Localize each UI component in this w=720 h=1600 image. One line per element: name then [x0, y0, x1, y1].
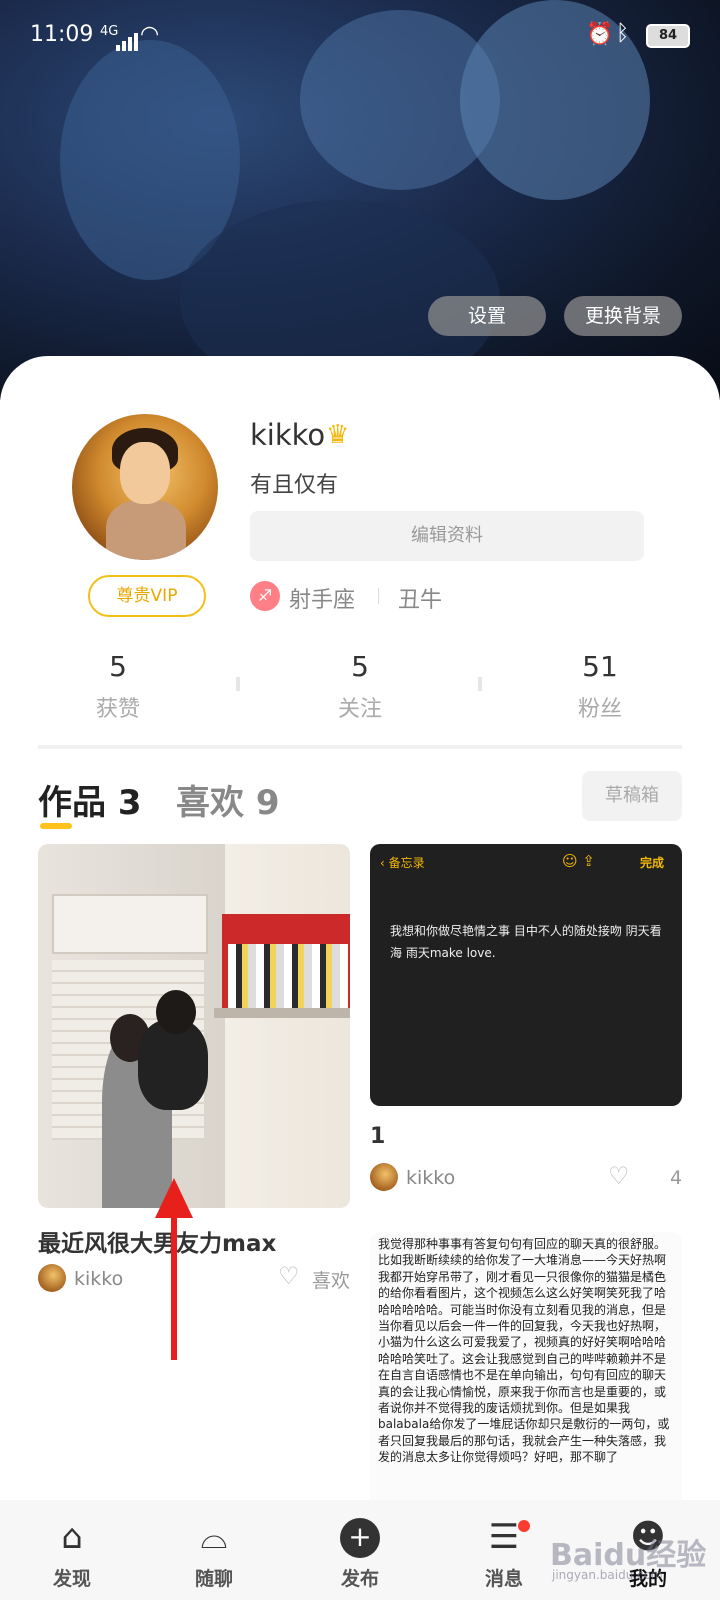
post-author-avatar	[38, 1264, 66, 1292]
share-icon: ☺ ⇪	[562, 852, 595, 870]
message-icon: ☰	[488, 1517, 520, 1557]
stat-following[interactable]: 5 关注	[300, 650, 420, 723]
stat-followers[interactable]: 51 粉丝	[540, 650, 660, 723]
plus-circle-icon: +	[340, 1518, 380, 1558]
post-author: kikko	[406, 1167, 456, 1189]
memo-toolbar: ‹ 备忘录 ☺ ⇪ 完成	[370, 844, 682, 876]
nav-chat[interactable]: ⌓ 随聊	[164, 1500, 264, 1600]
like-label: 喜欢	[312, 1270, 351, 1292]
nav-label: 消息	[484, 1568, 523, 1590]
stat-label: 关注	[337, 697, 382, 722]
status-time: 11:09	[30, 22, 94, 47]
stat-label: 粉丝	[577, 697, 622, 722]
change-background-button[interactable]: 更换背景	[564, 296, 682, 336]
stat-value: 51	[582, 650, 618, 683]
nav-discover[interactable]: ⌂ 发现	[22, 1500, 122, 1600]
tab-works[interactable]: 作品 3	[38, 775, 142, 824]
home-icon: ⌂	[61, 1517, 83, 1557]
wifi-icon: ◠	[140, 22, 160, 47]
vip-badge[interactable]: 尊贵VIP	[88, 575, 206, 617]
stat-likes-received[interactable]: 5 获赞	[58, 650, 178, 723]
heart-icon[interactable]: ♡	[278, 1262, 300, 1290]
nav-label: 发布	[340, 1568, 379, 1590]
nav-publish[interactable]: + 发布	[310, 1500, 410, 1600]
post-author-avatar	[370, 1163, 398, 1191]
annotation-arrow-shaft	[171, 1210, 177, 1360]
post-text-image: 我觉得那种事事有答复句句有回应的聊天真的很舒服。比如我断断续续的给你发了一大堆消…	[378, 1237, 670, 1465]
post-title[interactable]: 最近风很大男友力max	[38, 1224, 276, 1258]
ghost-chat-icon: ⌓	[200, 1517, 228, 1557]
stat-value: 5	[351, 650, 369, 683]
active-tab-indicator	[40, 823, 72, 829]
bio: 有且仅有	[250, 473, 339, 498]
drafts-button[interactable]: 草稿箱	[582, 771, 682, 821]
stat-label: 获赞	[95, 697, 140, 722]
section-divider	[38, 745, 682, 749]
settings-button[interactable]: 设置	[428, 296, 546, 336]
bluetooth-icon: ᛒ	[616, 21, 630, 46]
divider	[378, 588, 379, 604]
post-title[interactable]: 1	[370, 1124, 385, 1149]
chinese-zodiac: 丑牛	[398, 588, 443, 613]
stat-value: 5	[109, 650, 127, 683]
avatar[interactable]	[72, 414, 218, 560]
tab-likes[interactable]: 喜欢 9	[176, 775, 280, 824]
username: kikko	[250, 418, 326, 452]
battery-icon: 84	[646, 24, 690, 48]
divider	[478, 677, 482, 691]
divider	[236, 677, 240, 691]
memo-done-label: 完成	[640, 856, 665, 870]
post-thumbnail[interactable]: 我觉得那种事事有答复句句有回应的聊天真的很舒服。比如我断断续续的给你发了一大堆消…	[370, 1232, 682, 1504]
signal-icon	[116, 26, 140, 51]
watermark-url: jingyan.baidu.com	[552, 1568, 663, 1582]
memo-back-label: ‹ 备忘录	[380, 856, 425, 870]
crown-icon: ♛	[326, 420, 350, 450]
edit-profile-button[interactable]: 编辑资料	[250, 511, 644, 561]
sagittarius-icon: ♐	[250, 581, 280, 611]
like-count: 4	[670, 1167, 683, 1189]
memo-text: 我想和你做尽艳情之事 目中不人的随处接吻 阴天看海 雨天make love.	[390, 924, 662, 960]
nav-label: 随聊	[194, 1568, 233, 1590]
alarm-icon: ⏰	[586, 22, 614, 47]
status-bar: 11:09 4G ◠ ⏰ ᛒ 84	[0, 0, 720, 72]
post-author: kikko	[74, 1268, 124, 1290]
notification-dot	[518, 1520, 530, 1532]
nav-messages[interactable]: ☰ 消息	[454, 1500, 554, 1600]
post-thumbnail[interactable]: ‹ 备忘录 ☺ ⇪ 完成 我想和你做尽艳情之事 目中不人的随处接吻 阴天看海 雨…	[370, 844, 682, 1106]
nav-label: 发现	[52, 1568, 91, 1590]
post-thumbnail[interactable]	[38, 844, 350, 1208]
zodiac-sign: 射手座	[289, 588, 356, 613]
heart-icon[interactable]: ♡	[608, 1162, 630, 1190]
